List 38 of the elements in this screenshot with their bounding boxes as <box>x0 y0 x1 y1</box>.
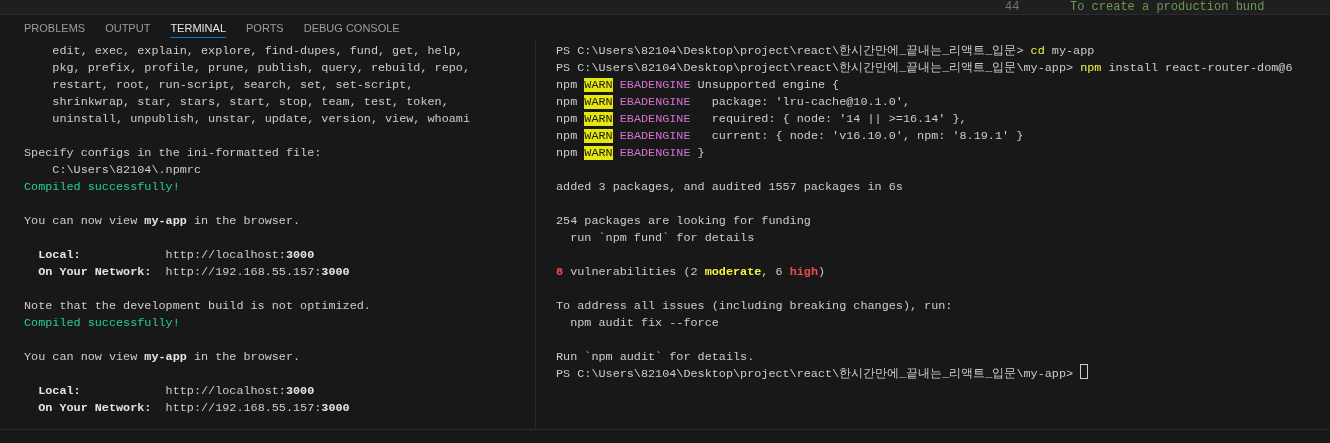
terminal-line: To address all issues (including breaking changes), run: <box>556 298 953 315</box>
terminal-line: npm WARN EBADENGINE required: { node: '14 || >=16.14' }, <box>556 111 967 128</box>
terminal-line: Run `npm audit` for details. <box>556 349 755 366</box>
terminal-line: uninstall, unpublish, unstar, update, version, view, whoami <box>51 111 470 128</box>
terminal-line: 8 vulnerabilities (2 moderate, 6 high) <box>556 264 826 281</box>
panel-tab[interactable]: PROBLEMS <box>24 16 86 38</box>
terminal-line: You can now view my-app in the browser. <box>24 349 301 366</box>
terminal-line: Specify configs in the ini-formatted file: <box>24 145 322 162</box>
panel-tab[interactable]: PORTS <box>246 16 284 38</box>
terminal-line: npm WARN EBADENGINE Unsupported engine { <box>556 77 840 94</box>
terminal-line: npm audit fix --force <box>569 315 719 332</box>
terminal-line: C:\Users\82104\.npmrc <box>51 162 201 179</box>
terminal-line: run `npm fund` for details <box>569 230 755 247</box>
terminal-line: Note that the development build is not optimized. <box>24 298 371 315</box>
terminal-line: npm WARN EBADENGINE current: { node: 'v16.10.0', npm: '8.19.1' } <box>556 128 1024 145</box>
panel-tab[interactable]: TERMINAL <box>170 16 226 38</box>
terminal-line: PS C:\Users\82104\Desktop\project\react\한시간만에_끝내는_리액트_입문> cd my-app <box>556 43 1095 60</box>
terminal-line: Compiled successfully! <box>24 315 180 332</box>
terminal-line: Local: http://localhost:3000 <box>37 247 315 264</box>
terminal-line: npm WARN EBADENGINE package: 'lru-cache@10.1.0', <box>556 94 910 111</box>
terminal-line: PS C:\Users\82104\Desktop\project\react\한시간만에_끝내는_리액트_입문\my-app> <box>556 366 1089 383</box>
terminal-line: 254 packages are looking for funding <box>556 213 811 230</box>
terminal-line: PS C:\Users\82104\Desktop\project\react\한시간만에_끝내는_리액트_입문\my-app> npm install react-router-dom@6 <box>556 60 1293 77</box>
terminal-line: npm WARN EBADENGINE } <box>556 145 705 162</box>
terminal-line: added 3 packages, and audited 1557 packages in 6s <box>556 179 903 196</box>
terminal-line: restart, root, run-script, search, set, set-script, <box>51 77 414 94</box>
terminal-line: On Your Network: http://192.168.55.157:3000 <box>37 264 350 281</box>
terminal-line: You can now view my-app in the browser. <box>24 213 301 230</box>
panel-tab[interactable]: DEBUG CONSOLE <box>303 16 400 38</box>
terminal-line: Local: http://localhost:3000 <box>37 383 315 400</box>
terminal-line: shrinkwrap, star, stars, start, stop, team, test, token, <box>51 94 449 111</box>
code-line: To create a production bund <box>1070 1 1265 14</box>
terminal-line: Compiled successfully! <box>24 179 180 196</box>
line-number: 44 <box>1005 1 1020 13</box>
terminal-line: edit, exec, explain, explore, find-dupes, fund, get, help, <box>51 43 463 60</box>
terminal-line: On Your Network: http://192.168.55.157:3000 <box>37 400 350 417</box>
terminal-line: pkg, prefix, profile, prune, publish, query, rebuild, repo, <box>51 60 470 77</box>
panel-tab[interactable]: OUTPUT <box>105 16 151 38</box>
